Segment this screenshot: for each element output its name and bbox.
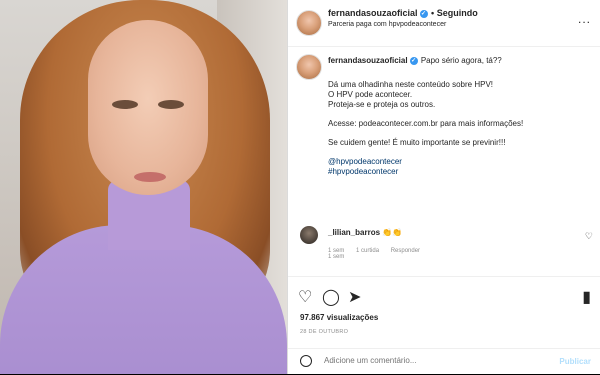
comment-avatar[interactable] <box>300 226 318 244</box>
comment-time: 1 sem <box>328 248 345 254</box>
caption-paragraph: @hpvpodeacontecer #hpvpodeacontecer <box>328 157 588 177</box>
caption-paragraph: Se cuidem gente! É muito importante se p… <box>328 138 588 148</box>
verified-icon: ✓ <box>409 56 418 65</box>
person-mouth <box>134 172 166 182</box>
post-date: 28 DE OUTUBRO <box>300 329 349 335</box>
comment-icon[interactable]: ◯ <box>322 287 340 307</box>
post-modal: fernandasouzaoficial ✓ • Seguindo Parceri… <box>0 0 600 374</box>
comment-likes[interactable]: 1 curtida <box>356 248 379 254</box>
separator: • <box>431 8 435 18</box>
post-video[interactable] <box>0 0 287 374</box>
post-side-panel: fernandasouzaoficial ✓ • Seguindo Parceri… <box>287 0 600 374</box>
person-eye-left <box>112 100 138 109</box>
comment-username[interactable]: _lilian_barros <box>328 228 380 237</box>
caption-header: fernandasouzaoficial ✓ Papo sério agora, … <box>328 56 502 65</box>
post-header: fernandasouzaoficial ✓ • Seguindo Parceri… <box>288 0 600 47</box>
verified-icon: ✓ <box>419 9 428 18</box>
comment-text: 👏👏 <box>382 228 403 237</box>
caption-body: Dá uma olhadinha neste conteúdo sobre HP… <box>328 80 588 186</box>
caption-line: O HPV pode acontecer. <box>328 90 413 99</box>
like-icon[interactable]: ♡ <box>298 287 312 307</box>
caption-line: Se cuidem gente! É muito importante se p… <box>328 138 506 147</box>
header-username[interactable]: fernandasouzaoficial <box>328 8 418 18</box>
mention-link[interactable]: @hpvpodeacontecer <box>328 157 588 167</box>
comment-like-icon[interactable]: ♡ <box>585 231 593 242</box>
caption: fernandasouzaoficial ✓ Papo sério agora, … <box>288 52 600 260</box>
save-icon[interactable]: ▮ <box>582 287 591 307</box>
person-face <box>88 20 208 195</box>
comment-meta: 1 sem 1 curtida Responder <box>328 248 430 254</box>
follow-button[interactable]: Seguindo <box>437 8 478 18</box>
caption-line: Dá uma olhadinha neste conteúdo sobre HP… <box>328 80 493 89</box>
caption-line: Proteja-se e proteja os outros. <box>328 100 436 109</box>
caption-paragraph: Acesse: podeacontecer.com.br para mais i… <box>328 119 588 129</box>
more-options-icon[interactable]: ... <box>578 12 591 26</box>
publish-button[interactable]: Publicar <box>559 357 591 366</box>
caption-first-line: Papo sério agora, tá?? <box>420 56 502 65</box>
avatar[interactable] <box>296 10 322 36</box>
paid-partnership[interactable]: Parceria paga com hpvpodeacontecer <box>328 21 446 28</box>
caption-avatar[interactable] <box>296 54 322 80</box>
caption-username[interactable]: fernandasouzaoficial <box>328 56 408 65</box>
comment-input[interactable] <box>324 356 524 365</box>
hashtag-link[interactable]: #hpvpodeacontecer <box>328 167 588 177</box>
comment-text-line: _lilian_barros 👏👏 <box>328 228 402 237</box>
action-bar: ♡ ◯ ➤ ▮ <box>288 276 600 307</box>
emoji-icon[interactable] <box>300 355 312 367</box>
views-count[interactable]: 97.867 visualizações <box>300 313 378 322</box>
person-eye-right <box>158 100 184 109</box>
add-comment-bar: Publicar <box>288 348 600 375</box>
reply-button[interactable]: Responder <box>391 248 420 254</box>
header-username-line: fernandasouzaoficial ✓ • Seguindo <box>328 8 478 18</box>
caption-paragraph: Dá uma olhadinha neste conteúdo sobre HP… <box>328 80 588 110</box>
caption-line: Acesse: podeacontecer.com.br para mais i… <box>328 119 524 128</box>
share-icon[interactable]: ➤ <box>348 287 361 307</box>
comment-item: _lilian_barros 👏👏 1 sem 1 curtida Respon… <box>288 222 600 262</box>
